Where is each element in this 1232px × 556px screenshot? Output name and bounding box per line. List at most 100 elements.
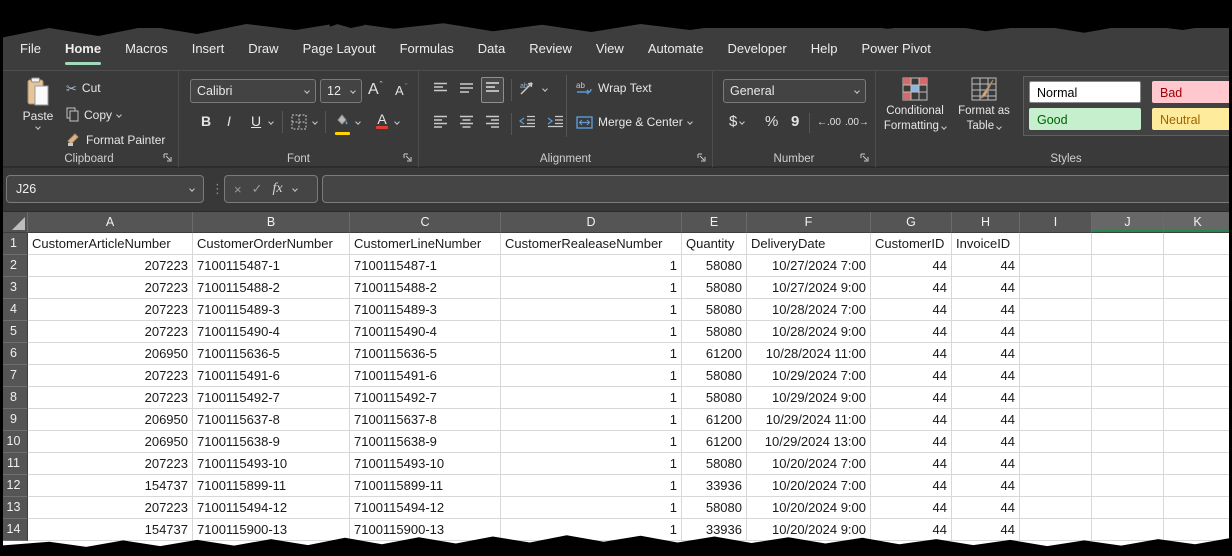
cell-E6[interactable]: 61200 [682,343,747,365]
cell-K2[interactable] [1164,255,1232,277]
font-color-button[interactable]: A [375,111,389,127]
enter-icon[interactable]: ✓ [252,181,263,197]
cell-E1[interactable]: Quantity [682,233,747,255]
cut-button[interactable]: ✂ Cut [66,81,101,95]
cell-G7[interactable]: 44 [871,365,952,387]
cell-A7[interactable]: 207223 [28,365,193,387]
cell-B5[interactable]: 7100115490-4 [193,321,350,343]
cell-I4[interactable] [1020,299,1092,321]
cell-A6[interactable]: 206950 [28,343,193,365]
column-header-F[interactable]: F [747,212,871,233]
cell-F10[interactable]: 10/29/2024 13:00 [747,431,871,453]
tab-automate[interactable]: Automate [648,28,704,70]
cell-I5[interactable] [1020,321,1092,343]
cell-G3[interactable]: 44 [871,277,952,299]
style-chip-normal[interactable]: Normal [1029,81,1141,103]
cell-I9[interactable] [1020,409,1092,431]
cell-B14[interactable]: 7100115900-13 [193,519,350,541]
column-header-B[interactable]: B [193,212,350,233]
cell-C10[interactable]: 7100115638-9 [350,431,501,453]
cell-C6[interactable]: 7100115636-5 [350,343,501,365]
insert-function-icon[interactable]: fx [273,181,283,197]
cell-B1[interactable]: CustomerOrderNumber [193,233,350,255]
cell-I12[interactable] [1020,475,1092,497]
formula-input[interactable] [322,175,1232,203]
row-header-14[interactable]: 14 [0,519,28,541]
decrease-indent-icon[interactable] [519,115,536,128]
style-chip-bad[interactable]: Bad [1152,81,1232,103]
cell-F6[interactable]: 10/28/2024 11:00 [747,343,871,365]
tab-formulas[interactable]: Formulas [400,28,454,70]
cell-B10[interactable]: 7100115638-9 [193,431,350,453]
cell-C7[interactable]: 7100115491-6 [350,365,501,387]
cell-B13[interactable]: 7100115494-12 [193,497,350,519]
column-header-I[interactable]: I [1020,212,1092,233]
cell-F1[interactable]: DeliveryDate [747,233,871,255]
column-header-C[interactable]: C [350,212,501,233]
cell-A10[interactable]: 206950 [28,431,193,453]
decrease-font-size-button[interactable]: Aˇ [395,83,408,98]
cell-G13[interactable]: 44 [871,497,952,519]
cell-C4[interactable]: 7100115489-3 [350,299,501,321]
cell-D13[interactable]: 1 [501,497,682,519]
number-format-combobox[interactable]: General [723,79,866,103]
paste-button[interactable]: Paste [14,77,62,129]
cell-J5[interactable] [1092,321,1164,343]
cell-B6[interactable]: 7100115636-5 [193,343,350,365]
cell-H8[interactable]: 44 [952,387,1020,409]
cell-J12[interactable] [1092,475,1164,497]
cell-K11[interactable] [1164,453,1232,475]
cell-I8[interactable] [1020,387,1092,409]
cell-G11[interactable]: 44 [871,453,952,475]
bold-button[interactable]: B [201,113,211,129]
cell-D11[interactable]: 1 [501,453,682,475]
cell-J1[interactable] [1092,233,1164,255]
cell-H10[interactable]: 44 [952,431,1020,453]
cell-K10[interactable] [1164,431,1232,453]
column-header-D[interactable]: D [501,212,682,233]
cell-E2[interactable]: 58080 [682,255,747,277]
cell-G10[interactable]: 44 [871,431,952,453]
insert-function-chevron-icon[interactable] [292,186,298,192]
cell-J8[interactable] [1092,387,1164,409]
row-header-7[interactable]: 7 [0,365,28,387]
cell-H13[interactable]: 44 [952,497,1020,519]
cell-K7[interactable] [1164,365,1232,387]
cell-J4[interactable] [1092,299,1164,321]
cell-D5[interactable]: 1 [501,321,682,343]
cell-K9[interactable] [1164,409,1232,431]
cell-G8[interactable]: 44 [871,387,952,409]
row-header-1[interactable]: 1 [0,233,28,255]
cell-D3[interactable]: 1 [501,277,682,299]
italic-button[interactable]: I [227,113,231,129]
cell-I7[interactable] [1020,365,1092,387]
cell-C9[interactable]: 7100115637-8 [350,409,501,431]
cell-E3[interactable]: 58080 [682,277,747,299]
cell-E4[interactable]: 58080 [682,299,747,321]
cell-J9[interactable] [1092,409,1164,431]
cell-G1[interactable]: CustomerID [871,233,952,255]
align-middle-icon[interactable] [459,82,474,95]
cell-D10[interactable]: 1 [501,431,682,453]
cell-C13[interactable]: 7100115494-12 [350,497,501,519]
orientation-chevron-icon[interactable] [542,86,548,92]
format-as-table-button[interactable]: Format as Table [950,77,1018,134]
cell-E8[interactable]: 58080 [682,387,747,409]
cell-K13[interactable] [1164,497,1232,519]
cell-H12[interactable]: 44 [952,475,1020,497]
tab-page-layout[interactable]: Page Layout [303,28,376,70]
cell-J14[interactable] [1092,519,1164,541]
row-header-5[interactable]: 5 [0,321,28,343]
row-header-12[interactable]: 12 [0,475,28,497]
row-header-8[interactable]: 8 [0,387,28,409]
font-size-combobox[interactable]: 12 [320,79,362,103]
clipboard-dialog-launcher[interactable] [163,153,173,163]
cell-E13[interactable]: 58080 [682,497,747,519]
cell-K4[interactable] [1164,299,1232,321]
cell-G2[interactable]: 44 [871,255,952,277]
cell-J10[interactable] [1092,431,1164,453]
cell-D2[interactable]: 1 [501,255,682,277]
align-center-icon[interactable] [459,115,474,128]
cell-A3[interactable]: 207223 [28,277,193,299]
cell-K14[interactable] [1164,519,1232,541]
